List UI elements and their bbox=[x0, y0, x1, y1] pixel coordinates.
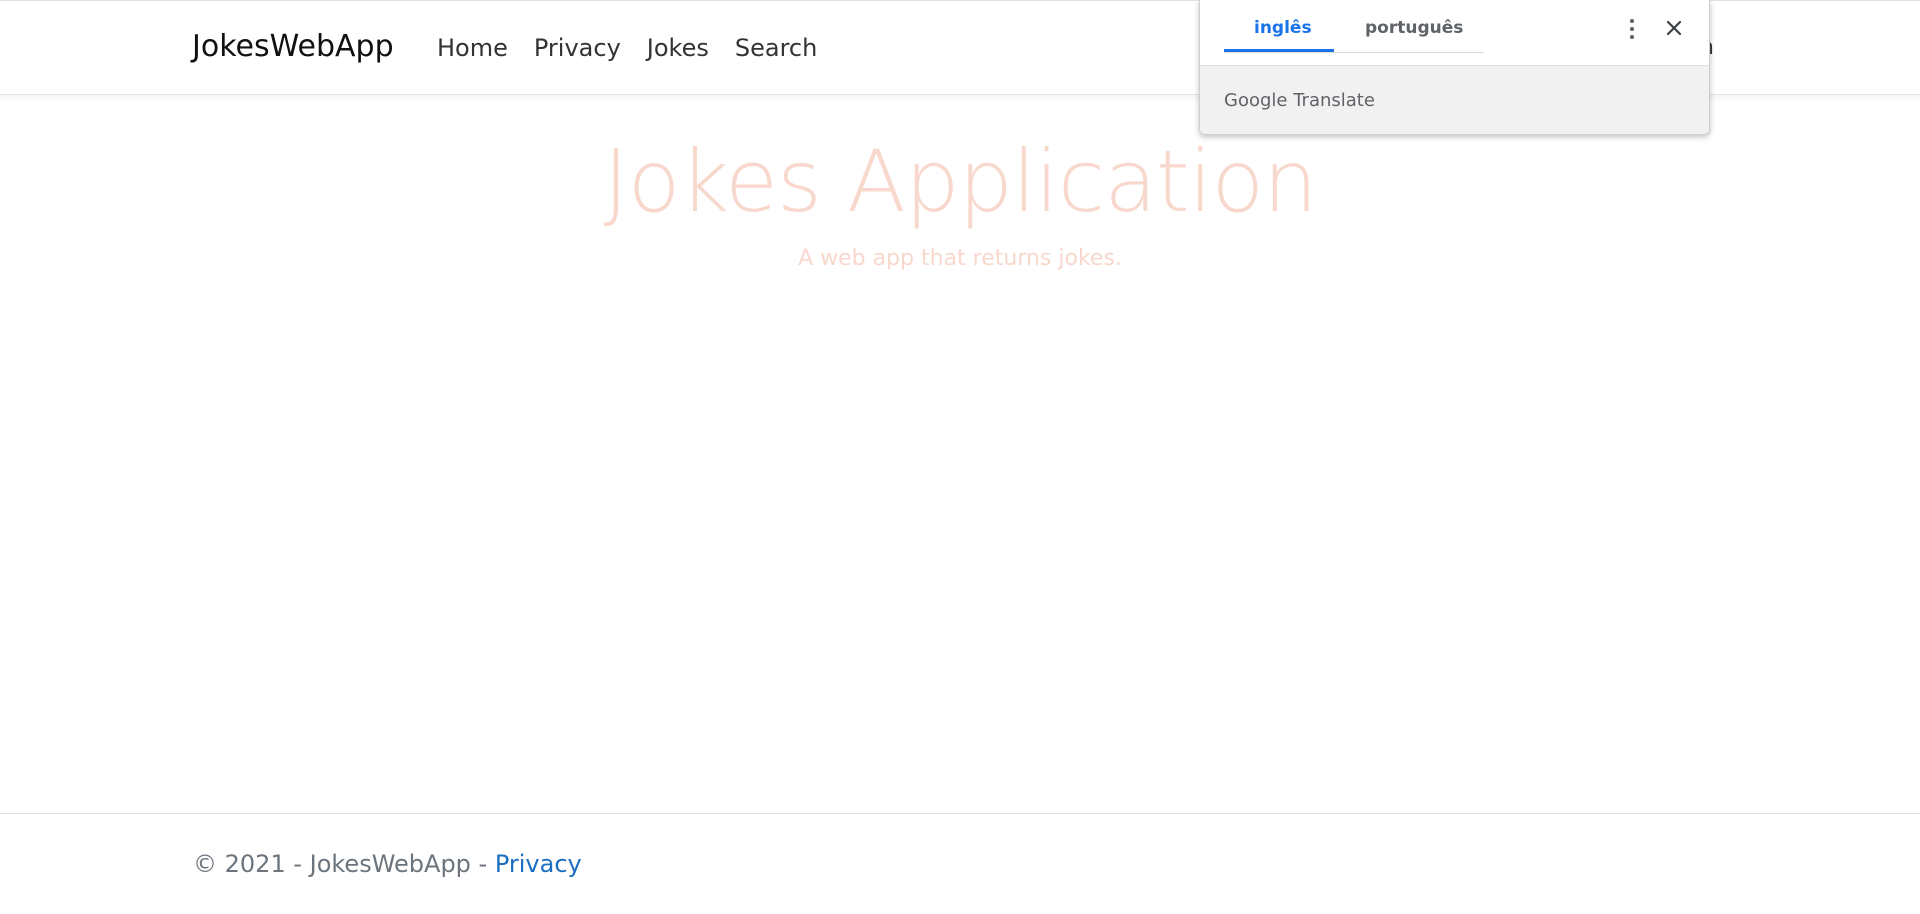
brand-link[interactable]: JokesWebApp bbox=[192, 29, 394, 64]
footer-copyright: © 2021 - JokesWebApp - Privacy bbox=[193, 850, 582, 878]
nav-links: Home Privacy Jokes Search bbox=[437, 34, 817, 62]
active-tab-indicator bbox=[1224, 49, 1334, 52]
translate-footer: Google Translate bbox=[1200, 65, 1709, 134]
page-subtitle: A web app that returns jokes. bbox=[798, 246, 1122, 271]
google-translate-logo: Google Translate bbox=[1224, 90, 1375, 111]
footer-copyright-text: © 2021 - JokesWebApp - bbox=[193, 850, 495, 878]
translate-language-tabs: inglês português bbox=[1224, 0, 1484, 53]
tab-source-language[interactable]: inglês bbox=[1254, 18, 1312, 38]
nav-link-privacy[interactable]: Privacy bbox=[534, 34, 621, 62]
google-translate-popup: inglês português Google Translate bbox=[1199, 0, 1710, 135]
nav-link-home[interactable]: Home bbox=[437, 34, 508, 62]
hero-section: Jokes Application A web app that returns… bbox=[0, 132, 1920, 271]
nav-link-search[interactable]: Search bbox=[735, 34, 817, 62]
more-options-icon[interactable] bbox=[1620, 14, 1644, 44]
page-title: Jokes Application bbox=[603, 132, 1317, 232]
close-icon[interactable] bbox=[1662, 16, 1686, 40]
nav-link-jokes[interactable]: Jokes bbox=[647, 34, 709, 62]
page-footer: © 2021 - JokesWebApp - Privacy bbox=[0, 813, 1920, 914]
tab-target-language[interactable]: português bbox=[1365, 18, 1463, 38]
footer-privacy-link[interactable]: Privacy bbox=[495, 850, 582, 878]
